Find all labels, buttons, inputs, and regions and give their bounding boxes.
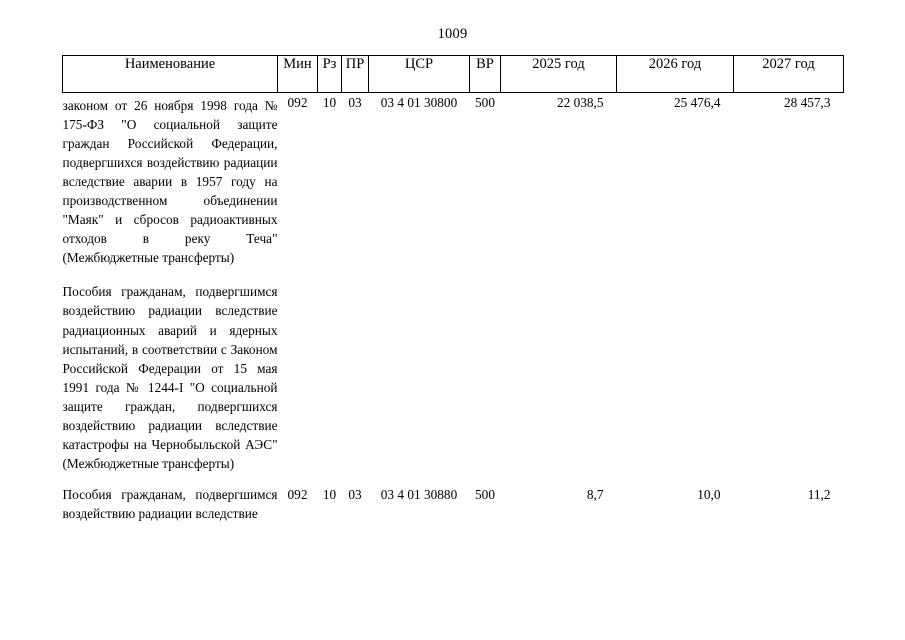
table-header-row: Наименование Мин Рз ПР ЦСР ВР 2025 год 2…	[62, 55, 844, 93]
table-row: законом от 26 ноября 1998 года № 175-ФЗ …	[63, 93, 844, 473]
row-vr: 500	[475, 486, 495, 502]
row-description-paragraph: законом от 26 ноября 1998 года № 175-ФЗ …	[62, 98, 278, 266]
row-pr: 03	[348, 95, 362, 110]
column-header-vr: ВР	[469, 55, 501, 93]
row-description: законом от 26 ноября 1998 года № 175-ФЗ …	[63, 93, 278, 473]
row-rz: 10	[322, 486, 337, 502]
page-number: 1009	[437, 26, 468, 42]
row-amount-2026: 10,0	[697, 486, 721, 502]
table-row: Пособия гражданам, подвергшимся воздейст…	[63, 473, 844, 523]
row-amount-2025: 8,7	[586, 486, 604, 502]
column-header-min: Мин	[277, 55, 318, 93]
table-header: Наименование Мин Рз ПР ЦСР ВР 2025 год 2…	[62, 55, 844, 93]
row-csr: 03 4 01 30880	[380, 486, 458, 502]
column-header-y2025: 2025 год	[500, 55, 617, 93]
document-page: 1009 Наименование Мин Рз ПР ЦСР ВР 2025 …	[0, 0, 905, 640]
row-description: Пособия гражданам, подвергшимся воздейст…	[63, 473, 278, 523]
column-header-y2026: 2026 год	[616, 55, 734, 93]
row-vr: 500	[475, 95, 495, 110]
row-pr: 03	[348, 486, 362, 502]
row-amount-2027: 11,2	[807, 486, 831, 502]
budget-table: Наименование Мин Рз ПР ЦСР ВР 2025 год 2…	[62, 55, 844, 523]
column-header-rz: Рз	[317, 55, 342, 93]
row-amount-2026: 25 476,4	[673, 95, 721, 110]
column-header-pr: ПР	[341, 55, 369, 93]
row-description-paragraph: Пособия гражданам, подвергшимся воздейст…	[62, 486, 278, 521]
row-rz: 10	[322, 95, 337, 110]
row-description-paragraph: Пособия гражданам, подвергшимся воздейст…	[62, 284, 278, 471]
column-header-name: Наименование	[62, 55, 278, 93]
table-body: законом от 26 ноября 1998 года № 175-ФЗ …	[63, 93, 844, 523]
row-amount-2025: 22 038,5	[556, 95, 604, 110]
column-header-y2027: 2027 год	[733, 55, 844, 93]
column-header-csr: ЦСР	[368, 55, 470, 93]
row-min: 092	[287, 95, 308, 110]
row-csr: 03 4 01 30800	[380, 95, 458, 110]
row-min: 092	[287, 486, 308, 502]
row-amount-2027: 28 457,3	[783, 95, 831, 110]
